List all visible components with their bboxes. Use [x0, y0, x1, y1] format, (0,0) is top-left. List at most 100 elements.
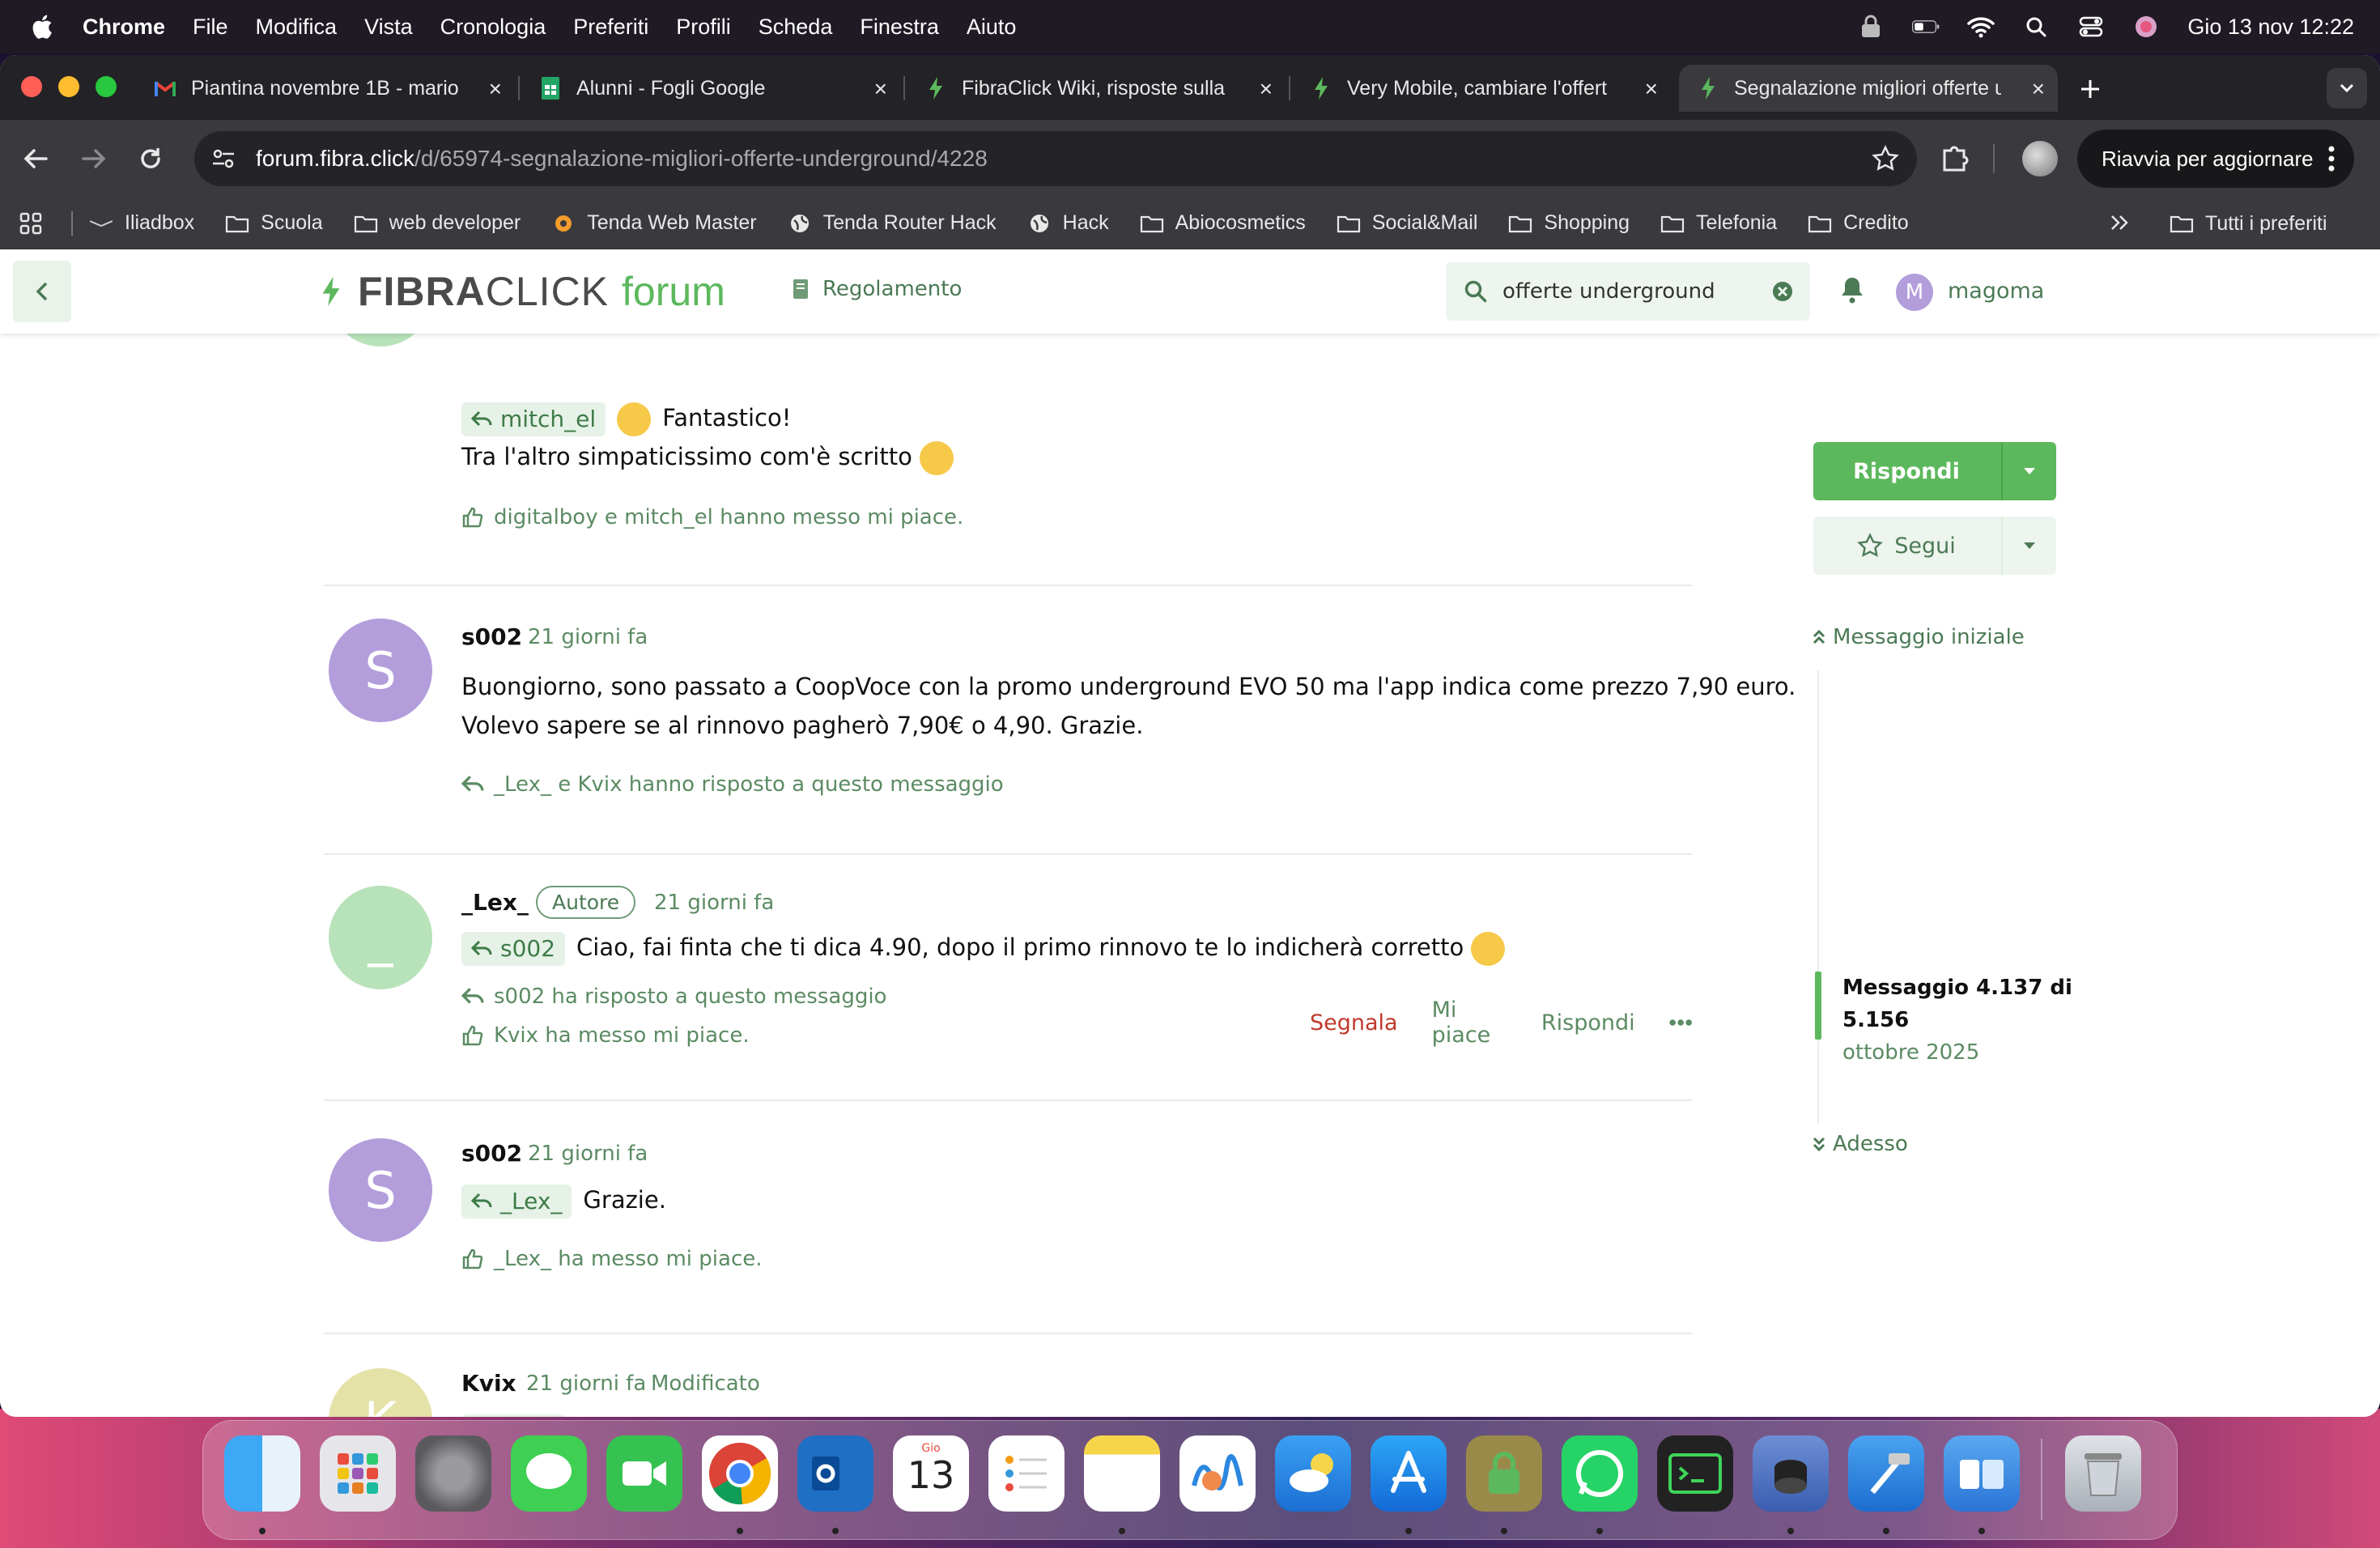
zoom-window-button[interactable]	[96, 76, 117, 97]
reply-mention-chip[interactable]: s002	[461, 932, 566, 966]
menu-modifica[interactable]: Modifica	[256, 15, 338, 40]
post-date[interactable]: 21 giorni fa	[526, 1372, 646, 1396]
system-settings-icon[interactable]	[415, 1435, 491, 1512]
menubar-datetime[interactable]: Gio 13 nov 12:22	[2187, 15, 2354, 40]
trash-icon[interactable]	[2065, 1435, 2141, 1512]
menu-preferiti[interactable]: Preferiti	[573, 15, 648, 40]
like-button[interactable]: Mi piace	[1432, 997, 1507, 1048]
facetime-icon[interactable]	[606, 1435, 682, 1512]
disk-utility-icon[interactable]	[1753, 1435, 1829, 1512]
profile-avatar[interactable]	[2022, 141, 2058, 176]
bookmark-shopping[interactable]: Shopping	[1508, 211, 1630, 235]
tab-segnalazione-active[interactable]: Segnalazione migliori offerte u ×	[1679, 65, 2058, 112]
bookmark-hack[interactable]: Hack	[1027, 211, 1109, 235]
bookmark-web-developer[interactable]: web developer	[354, 211, 521, 235]
menu-profili[interactable]: Profili	[676, 15, 731, 40]
reply-main-button[interactable]: Rispondi	[1813, 442, 2056, 500]
battery-icon[interactable]	[1912, 15, 1940, 39]
latest-post-link[interactable]: Adesso	[1812, 1132, 1908, 1156]
replies-summary[interactable]: s002 ha risposto a questo messaggio	[461, 985, 886, 1009]
reply-mention-chip[interactable]: _Lex_	[461, 1184, 572, 1218]
bookmark-scuola[interactable]: Scuola	[225, 211, 323, 235]
back-button[interactable]	[13, 261, 71, 322]
close-window-button[interactable]	[21, 76, 42, 97]
window-manager-icon[interactable]	[1944, 1435, 2020, 1512]
site-info-icon[interactable]	[209, 144, 238, 173]
more-options-icon[interactable]	[1669, 1019, 1692, 1027]
bookmark-iliadbox[interactable]: Iliadbox	[89, 211, 194, 235]
terminal-icon[interactable]	[1657, 1435, 1733, 1512]
reload-icon[interactable]	[130, 138, 172, 180]
bookmark-social-mail[interactable]: Social&Mail	[1337, 211, 1477, 235]
bookmark-star-icon[interactable]	[1872, 145, 1899, 178]
apps-grid-icon[interactable]	[19, 212, 44, 235]
tab-very-mobile[interactable]: Very Mobile, cambiare l'offert ×	[1292, 65, 1671, 112]
control-center-icon[interactable]	[2077, 15, 2105, 39]
menu-app-name[interactable]: Chrome	[83, 15, 165, 40]
new-tab-plus-icon[interactable]	[2072, 71, 2108, 107]
reply-button[interactable]: Rispondi	[1541, 1010, 1635, 1036]
forward-arrow-icon[interactable]	[73, 138, 115, 180]
chevron-down-icon[interactable]	[2001, 442, 2056, 500]
bookmark-telefonia[interactable]: Telefonia	[1660, 211, 1777, 235]
menu-file[interactable]: File	[193, 15, 228, 40]
avatar[interactable]: _	[329, 886, 432, 989]
avatar[interactable]: S	[329, 1138, 432, 1242]
post-date[interactable]: 21 giorni fa	[528, 625, 648, 649]
tab-sheets[interactable]: Alunni - Fogli Google ×	[521, 65, 900, 112]
reply-mention-chip[interactable]: s002	[461, 1414, 566, 1417]
rules-link[interactable]: Regolamento	[792, 277, 962, 301]
bookmark-tenda-router-hack[interactable]: Tenda Router Hack	[788, 211, 997, 235]
close-tab-icon[interactable]: ×	[2032, 76, 2045, 102]
bookmark-abiocosmetics[interactable]: Abiocosmetics	[1140, 211, 1306, 235]
relaunch-to-update-button[interactable]: Riavvia per aggiornare	[2077, 130, 2354, 188]
vpn-lock-icon[interactable]	[1466, 1435, 1542, 1512]
lock-status-icon[interactable]	[1857, 15, 1885, 39]
wifi-icon[interactable]	[1967, 15, 1995, 39]
tab-gmail[interactable]: Piantina novembre 1B - mario ×	[136, 65, 515, 112]
chevron-down-icon[interactable]	[2001, 517, 2056, 575]
messages-icon[interactable]	[511, 1435, 587, 1512]
close-tab-icon[interactable]: ×	[1260, 76, 1273, 102]
app-store-icon[interactable]	[1371, 1435, 1447, 1512]
menu-finestra[interactable]: Finestra	[860, 15, 939, 40]
post-author[interactable]: s002	[461, 623, 522, 650]
menu-aiuto[interactable]: Aiuto	[967, 15, 1017, 40]
bookmark-credito[interactable]: Credito	[1808, 211, 1909, 235]
notes-icon[interactable]	[1084, 1435, 1160, 1512]
forum-search-input[interactable]: offerte underground	[1446, 262, 1810, 321]
post-date[interactable]: 21 giorni fa	[654, 891, 774, 915]
follow-button[interactable]: Segui	[1813, 517, 2056, 575]
post-date[interactable]: 21 giorni fa	[528, 1142, 648, 1166]
tab-fibraclick-wiki[interactable]: FibraClick Wiki, risposte sulla ×	[907, 65, 1286, 112]
reply-mention-chip[interactable]: mitch_el	[461, 402, 606, 436]
launchpad-icon[interactable]	[320, 1435, 396, 1512]
user-avatar[interactable]: M	[1896, 274, 1933, 311]
reminders-icon[interactable]	[988, 1435, 1065, 1512]
whatsapp-icon[interactable]	[1562, 1435, 1638, 1512]
likes-summary[interactable]: digitalboy e mitch_el hanno messo mi pia…	[461, 505, 963, 529]
close-tab-icon[interactable]: ×	[1645, 76, 1658, 102]
report-button[interactable]: Segnala	[1310, 1010, 1398, 1036]
extensions-puzzle-icon[interactable]	[1940, 141, 1972, 176]
menu-cronologia[interactable]: Cronologia	[440, 15, 546, 40]
kebab-menu-icon[interactable]	[2328, 146, 2335, 177]
replies-summary[interactable]: _Lex_ e Kvix hanno risposto a questo mes…	[461, 772, 1004, 797]
calendar-icon[interactable]: Gio 13	[893, 1435, 969, 1512]
freeform-icon[interactable]	[1179, 1435, 1256, 1512]
xcode-hammer-icon[interactable]	[1848, 1435, 1924, 1512]
spotlight-search-icon[interactable]	[2022, 15, 2050, 39]
bookmark-all-folder[interactable]: Tutti i preferiti	[2170, 198, 2327, 249]
notifications-bell-icon[interactable]	[1839, 275, 1865, 308]
more-bookmarks-chevron-icon[interactable]	[2110, 214, 2129, 237]
bookmark-tenda-web-master[interactable]: Tenda Web Master	[551, 211, 757, 235]
scrubber-handle[interactable]	[1815, 972, 1821, 1040]
avatar[interactable]: K	[329, 1368, 432, 1417]
siri-icon[interactable]	[2132, 15, 2160, 39]
close-tab-icon[interactable]: ×	[874, 76, 887, 102]
fibraclick-logo[interactable]: FIBRA CLICK forum	[321, 267, 725, 316]
chrome-icon[interactable]	[702, 1435, 778, 1512]
outlook-icon[interactable]	[797, 1435, 873, 1512]
post-author[interactable]: s002	[461, 1140, 522, 1167]
first-post-link[interactable]: Messaggio iniziale	[1812, 625, 2025, 649]
